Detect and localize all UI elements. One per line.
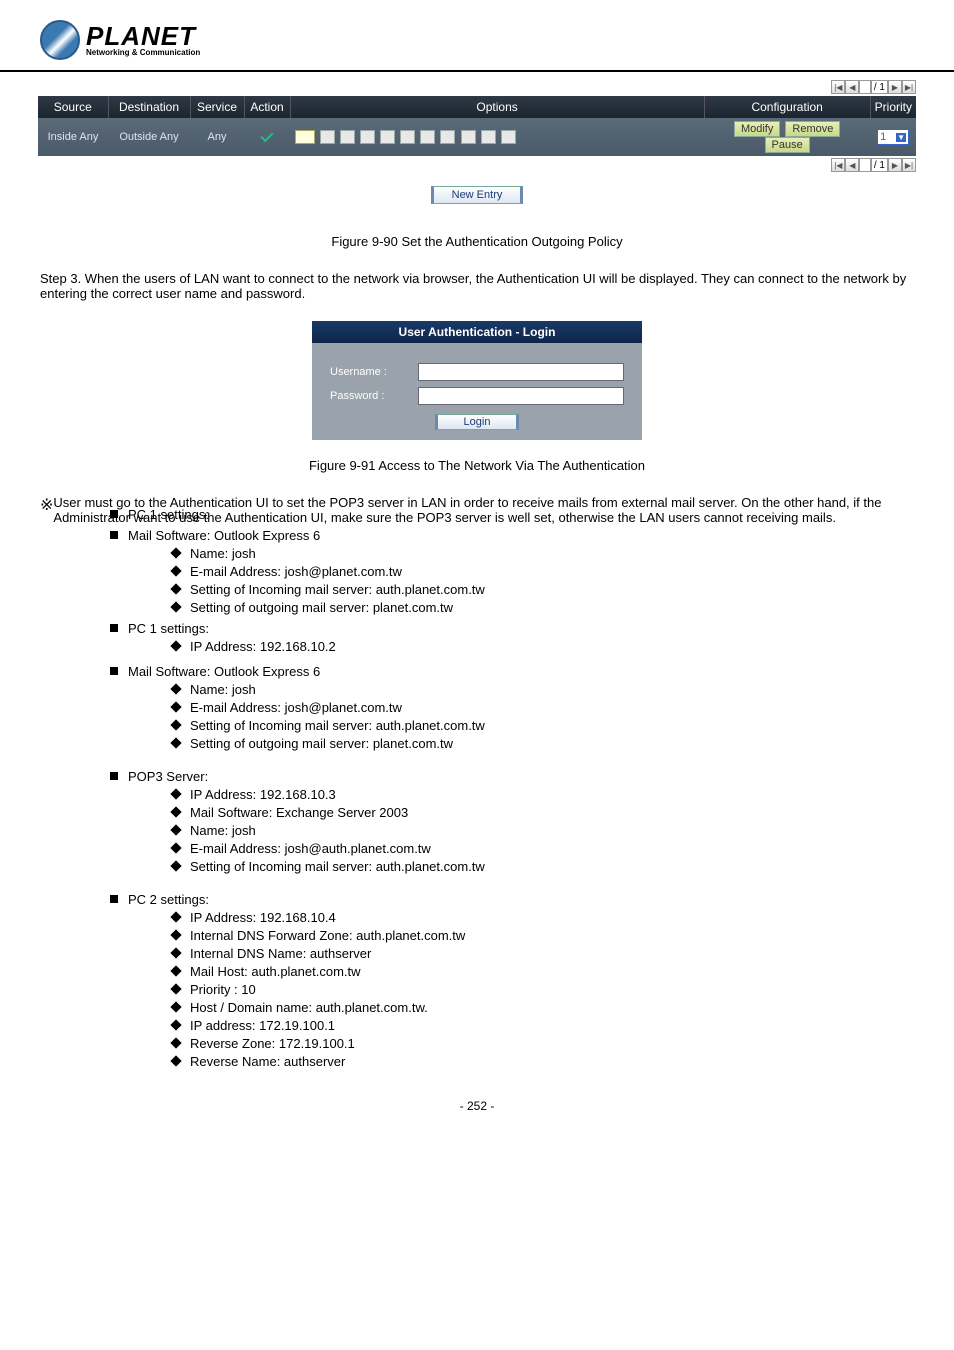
col-priority: Priority [870,96,916,118]
option-icon-3[interactable] [340,130,355,144]
page-number: - 252 - [0,1099,954,1113]
logo-globe-icon [40,20,80,60]
option-icon-11[interactable] [501,130,516,144]
pc1-title-final: PC 1 settings: IP Address: 192.168.10.2 [110,621,914,654]
login-button[interactable]: Login [435,414,520,430]
col-service: Service [190,96,244,118]
col-source: Source [38,96,108,118]
figure-caption-1: Figure 9-90 Set the Authentication Outgo… [0,234,954,249]
pc1-outgoing: Setting of outgoing mail server: planet.… [168,600,914,615]
pc1-mailsoft-h: Mail Software: Outlook Express 6 Name: j… [110,528,914,615]
option-icon-1[interactable] [295,130,315,144]
pc1-incoming-f: Setting of Incoming mail server: auth.pl… [168,718,914,733]
rules-table: Source Destination Service Action Option… [38,96,916,156]
server-title: POP3 Server: IP Address: 192.168.10.3 Ma… [110,769,914,874]
last-page-icon-b[interactable]: ▶| [902,158,916,172]
pc2-host: Host / Domain name: auth.planet.com.tw. [168,1000,914,1015]
cell-configuration: Modify Remove Pause [704,118,870,156]
cell-options [290,118,704,156]
logo: PLANET Networking & Communication [40,20,954,60]
pc2-zone: Internal DNS Forward Zone: auth.planet.c… [168,928,914,943]
cell-destination: Outside Any [108,118,190,156]
next-page-icon-b[interactable]: ▶ [888,158,902,172]
pc2-dnsname: Internal DNS Name: authserver [168,946,914,961]
pc2-rev: Reverse Zone: 172.19.100.1 [168,1036,914,1051]
col-configuration: Configuration [704,96,870,118]
login-panel: User Authentication - Login Username : P… [312,321,642,440]
note-icon: ※ [40,495,53,525]
pager-top: |◀ ◀ / 1 ▶ ▶| [38,80,916,94]
pc1-title: PC 1 settings: [110,507,914,522]
new-entry-button[interactable]: New Entry [431,186,524,204]
page-header: PLANET Networking & Communication [0,0,954,72]
pc1-incoming: Setting of Incoming mail server: auth.pl… [168,582,914,597]
last-page-icon[interactable]: ▶| [902,80,916,94]
table-row: Inside Any Outside Any Any Modify Remove [38,118,916,156]
pc1-block: PC 1 settings: IP Address: 192.168.10.2 … [110,621,914,1069]
server-mailsoft: Mail Software: Exchange Server 2003 [168,805,914,820]
cell-source: Inside Any [38,118,108,156]
server-name: Name: josh [168,823,914,838]
check-icon [259,130,275,142]
modify-button[interactable]: Modify [734,121,780,137]
option-icon-2[interactable] [320,130,335,144]
pc2-hostip: IP address: 172.19.100.1 [168,1018,914,1033]
pc1-name-f: Name: josh [168,682,914,697]
col-options: Options [290,96,704,118]
server-ip: IP Address: 192.168.10.3 [168,787,914,802]
priority-select[interactable]: 1▼ [877,129,909,145]
pc1-mailsoft-final: Mail Software: Outlook Express 6 Name: j… [110,664,914,751]
option-icon-5[interactable] [380,130,395,144]
rules-section: |◀ ◀ / 1 ▶ ▶| Source Destination Service… [38,80,916,204]
username-input[interactable] [418,363,624,381]
option-icon-10[interactable] [481,130,496,144]
password-input[interactable] [418,387,624,405]
figure-caption-2: Figure 9-91 Access to The Network Via Th… [0,458,954,473]
pause-button[interactable]: Pause [765,137,810,153]
pc2-priority: Priority : 10 [168,982,914,997]
page-input[interactable] [859,80,871,94]
password-label: Password : [330,390,418,402]
logo-name: PLANET [86,23,200,49]
pc2-title: PC 2 settings: IP Address: 192.168.10.4 … [110,892,914,1069]
page-of-label-b: / 1 [871,158,888,172]
col-action: Action [244,96,290,118]
pc2-ip: IP Address: 192.168.10.4 [168,910,914,925]
username-label: Username : [330,366,418,378]
option-icon-8[interactable] [440,130,455,144]
cell-priority: 1▼ [870,118,916,156]
first-page-icon-b[interactable]: |◀ [831,158,845,172]
first-page-icon[interactable]: |◀ [831,80,845,94]
server-incoming: Setting of Incoming mail server: auth.pl… [168,859,914,874]
pc1-ip-final: IP Address: 192.168.10.2 [168,639,914,654]
server-email: E-mail Address: josh@auth.planet.com.tw [168,841,914,856]
option-icon-7[interactable] [420,130,435,144]
option-icon-6[interactable] [400,130,415,144]
col-destination: Destination [108,96,190,118]
table-header-row: Source Destination Service Action Option… [38,96,916,118]
pc1-name: Name: josh [168,546,914,561]
pc1-email-f: E-mail Address: josh@planet.com.tw [168,700,914,715]
page-of-label: / 1 [871,80,888,94]
next-page-icon[interactable]: ▶ [888,80,902,94]
cell-service: Any [190,118,244,156]
pc1-email: E-mail Address: josh@planet.com.tw [168,564,914,579]
pc1-outgoing-f: Setting of outgoing mail server: planet.… [168,736,914,751]
pc2-mailhost: Mail Host: auth.planet.com.tw [168,964,914,979]
pc2-revname: Reverse Name: authserver [168,1054,914,1069]
page-input-b[interactable] [859,158,871,172]
login-title: User Authentication - Login [312,321,642,343]
pager-bottom: |◀ ◀ / 1 ▶ ▶| [38,158,916,172]
option-icon-9[interactable] [461,130,476,144]
prev-page-icon[interactable]: ◀ [845,80,859,94]
remove-button[interactable]: Remove [785,121,840,137]
logo-tagline: Networking & Communication [86,49,200,57]
step-3: Step 3. When the users of LAN want to co… [40,271,914,301]
prev-page-icon-b[interactable]: ◀ [845,158,859,172]
cell-action [244,118,290,156]
option-icon-4[interactable] [360,130,375,144]
